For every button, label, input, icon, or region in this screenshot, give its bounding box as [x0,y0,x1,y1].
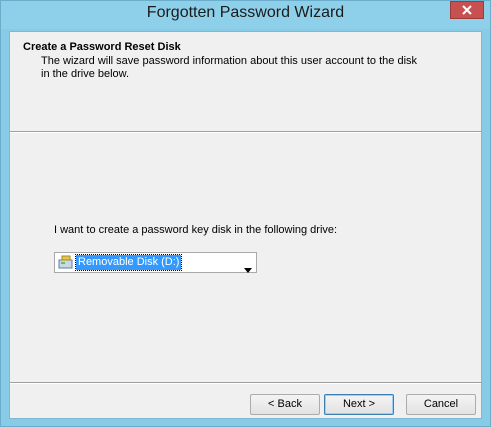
drive-select[interactable]: Removable Disk (D:) [54,252,257,273]
wizard-header: Create a Password Reset Disk The wizard … [10,32,481,131]
back-button[interactable]: < Back [250,394,320,415]
page-title: Create a Password Reset Disk [23,41,181,53]
drive-select-value: Removable Disk (D:) [74,254,183,271]
wizard-content: Create a Password Reset Disk The wizard … [9,31,482,419]
header-divider [10,131,481,133]
close-icon [462,5,472,15]
removable-disk-icon [58,255,74,270]
footer-divider [10,382,481,384]
next-button[interactable]: Next > [324,394,394,415]
window-title: Forgotten Password Wizard [146,4,345,21]
page-description: The wizard will save password informatio… [41,55,418,80]
close-button[interactable] [450,1,484,19]
drive-prompt-label: I want to create a password key disk in … [54,224,338,236]
chevron-down-icon[interactable] [244,260,252,278]
wizard-window: Forgotten Password Wizard Create a Passw… [0,0,491,427]
title-bar[interactable]: Forgotten Password Wizard [1,1,490,29]
cancel-button[interactable]: Cancel [406,394,476,415]
